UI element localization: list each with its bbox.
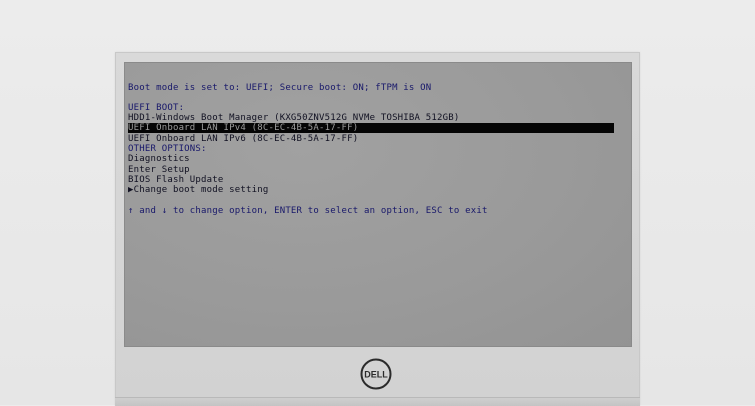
option-diagnostics[interactable]: Diagnostics — [128, 154, 190, 165]
dell-logo-text: DELL — [364, 370, 388, 380]
boot-option-lan-ipv4[interactable]: UEFI Onboard LAN IPv4 (8C-EC-4B-5A-17-FF… — [128, 123, 358, 134]
boot-mode-status: Boot mode is set to: UEFI; Secure boot: … — [128, 83, 432, 93]
dell-logo-graphic: DELL — [360, 358, 392, 390]
option-change-boot-mode-setting[interactable]: ▶Change boot mode setting — [128, 185, 268, 196]
navigation-instructions: ↑ and ↓ to change option, ENTER to selec… — [128, 206, 488, 216]
dell-logo-icon: DELL — [360, 358, 392, 390]
bios-boot-menu-screen: Boot mode is set to: UEFI; Secure boot: … — [124, 62, 632, 347]
